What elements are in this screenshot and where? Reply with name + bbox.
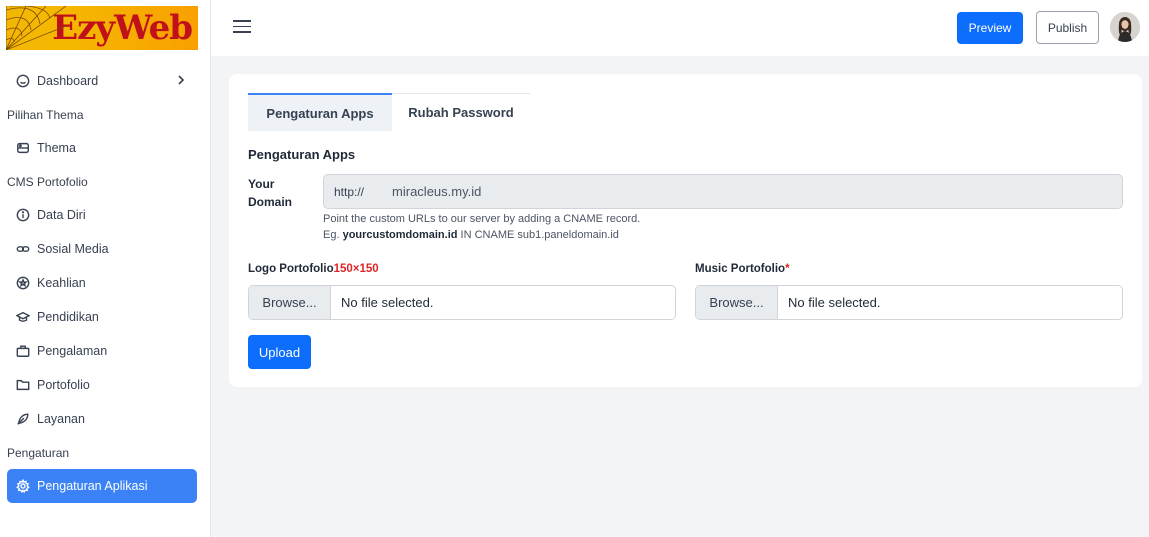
sidebar-item-label: Data Diri: [37, 208, 86, 222]
logo-file-status: No file selected.: [341, 295, 434, 310]
folder-icon: [16, 378, 30, 392]
chevron-right-icon: [176, 73, 186, 87]
help-prefix: Eg.: [323, 229, 340, 241]
sidebar-item-label: Pendidikan: [37, 310, 99, 324]
tab-pengaturan-apps[interactable]: Pengaturan Apps: [248, 93, 392, 131]
sidebar-item-pengalaman[interactable]: Pengalaman: [0, 334, 210, 368]
sidebar-item-dashboard[interactable]: Dashboard: [0, 64, 210, 98]
sidebar: EzyWeb Dashboard Pilihan Thema Thema CMS…: [0, 0, 211, 537]
dashboard-icon: [16, 74, 30, 88]
top-bar: Preview Publish: [211, 0, 1149, 56]
domain-value: miracleus.my.id: [392, 184, 482, 199]
info-icon: [16, 208, 30, 222]
publish-button[interactable]: Publish: [1036, 11, 1099, 44]
settings-card: Pengaturan Apps Rubah Password Pengatura…: [229, 74, 1142, 387]
logo-size-hint: 150×150: [333, 263, 379, 275]
brand-name: EzyWeb: [52, 8, 193, 48]
hamburger-menu-icon[interactable]: [233, 20, 251, 34]
logo-upload-label: Logo Portofolio150×150: [248, 263, 379, 275]
help-example-domain: yourcustomdomain.id: [342, 229, 458, 241]
star-circle-icon: [16, 276, 30, 290]
music-upload-label: Music Portofolio*: [695, 263, 790, 275]
sidebar-item-thema[interactable]: Thema: [0, 131, 210, 165]
help-suffix: IN CNAME sub1.paneldomain.id: [460, 229, 619, 241]
music-label-text: Music Portofolio: [695, 263, 786, 275]
sidebar-item-pendidikan[interactable]: Pendidikan: [0, 300, 210, 334]
sidebar-section-settings: Pengaturan: [7, 445, 70, 460]
sidebar-item-label: Pengaturan Aplikasi: [37, 479, 148, 493]
music-browse-button[interactable]: Browse...: [696, 286, 778, 319]
sidebar-section-theme: Pilihan Thema: [7, 107, 84, 122]
avatar[interactable]: [1110, 12, 1140, 42]
feather-icon: [16, 412, 30, 426]
domain-field: http:// miracleus.my.id: [323, 174, 1123, 209]
sidebar-item-label: Dashboard: [37, 74, 99, 88]
settings-tabs: Pengaturan Apps Rubah Password: [248, 93, 530, 131]
palette-icon: [16, 141, 30, 155]
sidebar-item-label: Sosial Media: [37, 242, 109, 256]
sidebar-item-label: Keahlian: [37, 276, 86, 290]
link-icon: [16, 242, 30, 256]
spiderweb-icon: [6, 6, 66, 50]
sidebar-item-pengaturan-aplikasi[interactable]: Pengaturan Aplikasi: [7, 469, 197, 503]
sidebar-item-label: Thema: [37, 141, 76, 155]
required-mark: *: [785, 263, 790, 275]
sidebar-item-layanan[interactable]: Layanan: [0, 402, 210, 436]
sidebar-item-data-diri[interactable]: Data Diri: [0, 198, 210, 232]
graduation-cap-icon: [16, 310, 30, 324]
gear-icon: [16, 479, 30, 493]
sidebar-item-keahlian[interactable]: Keahlian: [0, 266, 210, 300]
brand-logo[interactable]: EzyWeb: [0, 0, 210, 56]
upload-button[interactable]: Upload: [248, 335, 311, 369]
logo-box: EzyWeb: [6, 6, 198, 50]
logo-browse-button[interactable]: Browse...: [249, 286, 331, 319]
logo-file-input[interactable]: Browse... No file selected.: [248, 285, 676, 320]
music-file-input[interactable]: Browse... No file selected.: [695, 285, 1123, 320]
tab-rubah-password[interactable]: Rubah Password: [392, 94, 530, 131]
sidebar-item-label: Pengalaman: [37, 344, 108, 358]
preview-button[interactable]: Preview: [957, 12, 1023, 44]
user-avatar-icon: [1110, 12, 1140, 42]
sidebar-item-label: Portofolio: [37, 378, 90, 392]
sidebar-item-sosial-media[interactable]: Sosial Media: [0, 232, 210, 266]
logo-label-text: Logo Portofolio: [248, 263, 334, 275]
sidebar-item-label: Layanan: [37, 412, 85, 426]
help-line-1: Point the custom URLs to our server by a…: [323, 213, 641, 225]
domain-label: Your Domain: [248, 177, 293, 209]
domain-prefix: http://: [334, 184, 365, 199]
domain-help-text: Point the custom URLs to our server by a…: [323, 211, 640, 243]
music-file-status: No file selected.: [788, 295, 881, 310]
briefcase-icon: [16, 344, 30, 358]
section-title: Pengaturan Apps: [248, 147, 356, 162]
help-line-2: Eg. yourcustomdomain.id IN CNAME sub1.pa…: [323, 227, 640, 243]
sidebar-nav: Dashboard Pilihan Thema Thema CMS Portof…: [0, 56, 210, 503]
sidebar-item-portofolio[interactable]: Portofolio: [0, 368, 210, 402]
sidebar-section-cms: CMS Portofolio: [7, 174, 88, 189]
